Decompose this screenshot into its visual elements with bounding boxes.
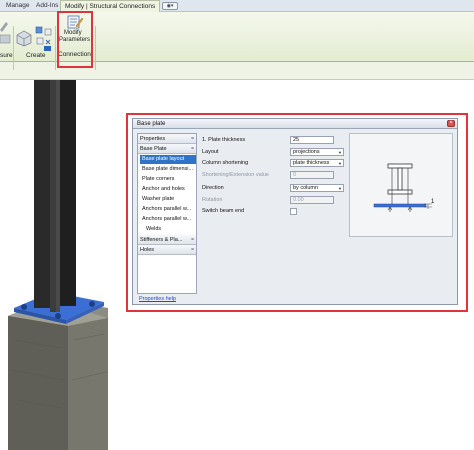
tree-header-stiffeners[interactable]: Stiffeners & Pla... ≈ <box>138 235 196 245</box>
ribbon-separator <box>13 26 14 70</box>
tree-item-base-plate-dimensions[interactable]: Base plate dimensi... <box>140 165 196 174</box>
chevron-icon[interactable]: ≈ <box>191 134 194 143</box>
dropdown-arrow-icon[interactable]: ▼ <box>338 185 342 191</box>
tree-item-base-plate-layout[interactable]: Base plate layout <box>140 155 196 164</box>
modify-parameters-highlight <box>57 11 93 68</box>
dropdown-arrow-icon[interactable]: ▼ <box>338 149 342 155</box>
tree-item-welds[interactable]: Welds <box>140 225 196 234</box>
tree-header-base-plate[interactable]: Base Plate ≈ <box>138 144 196 154</box>
concrete-pedestal <box>8 300 108 450</box>
ribbon-separator <box>55 26 56 70</box>
tree-item-anchor-and-holes[interactable]: Anchor and holes <box>140 185 196 194</box>
chevron-icon[interactable]: ≈ <box>191 235 194 244</box>
tab-overflow-icon[interactable]: ◉▾ <box>162 2 178 10</box>
create-label: Create <box>26 52 46 59</box>
column-shortening-label: Column shortening <box>202 160 249 166</box>
layout-select[interactable]: projections ▼ <box>290 148 344 156</box>
tree-header-properties[interactable]: Properties ≈ <box>138 134 196 144</box>
column-shortening-select[interactable]: plate thickness ▼ <box>290 159 344 167</box>
plate-thickness-label: 1. Plate thickness <box>202 137 246 143</box>
layout-label: Layout <box>202 149 219 155</box>
switch-beam-end-checkbox[interactable] <box>290 208 297 215</box>
tab-manage[interactable]: Manage <box>6 2 30 9</box>
create-group-icon[interactable] <box>35 26 53 52</box>
tree-item-anchors-parallel-1[interactable]: Anchors parallel w... <box>140 205 196 214</box>
preview-dimension-label: 1 <box>431 199 435 205</box>
layout-preview: 1 <box>349 133 453 237</box>
create-part-icon[interactable] <box>15 29 33 47</box>
tree-item-washer-plate[interactable]: Washer plate <box>140 195 196 204</box>
rotation-label: Rotation <box>202 197 223 203</box>
tree-item-anchors-parallel-2[interactable]: Anchors parallel w... <box>140 215 196 224</box>
column-3d-view[interactable] <box>0 80 130 450</box>
dialog-title: Base plate <box>133 119 457 129</box>
tree-header-holes[interactable]: Holes ≈ <box>138 245 196 255</box>
base-plate-dialog: Base plate × Properties ≈ Base Plate ≈ Bas… <box>132 118 458 305</box>
chevron-icon[interactable]: ≈ <box>191 144 194 153</box>
dropdown-arrow-icon[interactable]: ▼ <box>338 160 342 166</box>
close-icon[interactable]: × <box>447 120 455 127</box>
shortening-extension-label: Shortening/Extension value <box>202 172 269 178</box>
direction-label: Direction <box>202 185 224 191</box>
tree-item-plate-corners[interactable]: Plate corners <box>140 175 196 184</box>
measure-label: sure <box>0 52 13 59</box>
switch-beam-end-label: Switch beam end <box>202 208 245 214</box>
rotation-input[interactable]: 0.00 <box>290 196 334 204</box>
plate-thickness-input[interactable]: 25 <box>290 136 334 144</box>
measure-icon[interactable] <box>0 20 10 32</box>
base-plate-diagram: 1 <box>373 163 435 212</box>
tab-add-ins[interactable]: Add-Ins <box>36 2 58 9</box>
revit-window: Manage Add-Ins Modify | Structural Conne… <box>0 0 474 450</box>
parameter-form: 1. Plate thickness 25 Layout projections… <box>200 133 346 294</box>
properties-help-link[interactable]: Properties help <box>139 296 176 302</box>
shortening-extension-input[interactable]: 0 <box>290 171 334 179</box>
direction-select[interactable]: by column ▼ <box>290 184 344 192</box>
chevron-icon[interactable]: ≈ <box>191 245 194 254</box>
parameter-tree: Properties ≈ Base Plate ≈ Base plate layou… <box>137 133 197 294</box>
measure-tool-icon[interactable] <box>0 32 12 46</box>
steel-column[interactable] <box>34 80 76 312</box>
ribbon-separator <box>95 26 96 70</box>
